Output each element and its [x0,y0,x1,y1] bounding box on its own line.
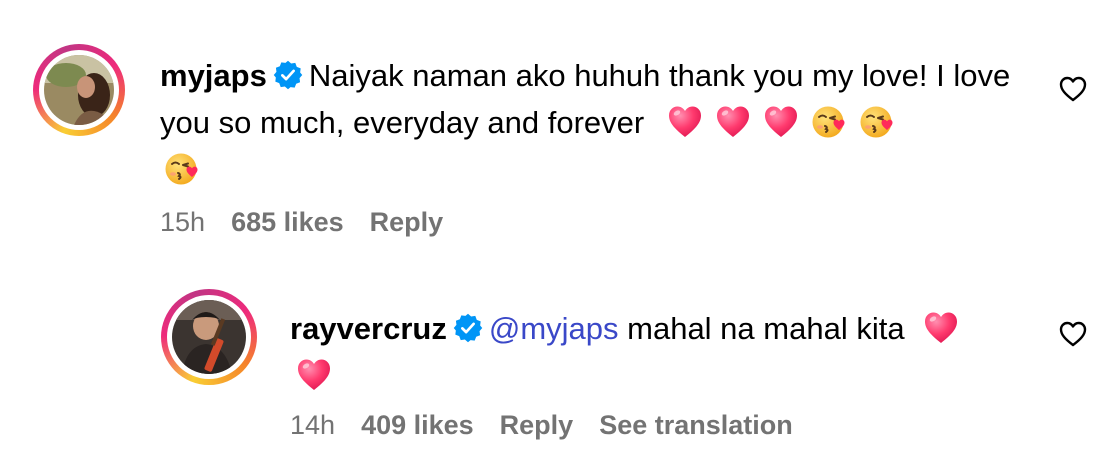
reply-button[interactable]: Reply [370,207,444,237]
kissing-face-emoji [859,104,895,140]
heart-emoji [715,104,751,140]
heart-emoji [923,310,959,346]
avatar-photo-icon [172,300,246,374]
heart-emoji [296,357,332,393]
comment-meta: 15h 685 likes Reply [160,207,469,238]
reply-button[interactable]: Reply [500,410,574,440]
likes-count[interactable]: 409 likes [361,410,474,440]
comment-myjaps: myjaps Naiyak naman ako huhuh thank you m… [0,0,1120,260]
timestamp: 15h [160,207,206,237]
mention-link[interactable]: @myjaps [489,311,619,346]
heart-outline-icon[interactable] [1058,319,1088,349]
verified-badge-icon [273,60,303,90]
see-translation-button[interactable]: See translation [599,410,793,440]
kissing-face-emoji [811,104,847,140]
username[interactable]: rayvercruz [290,311,447,346]
heart-emoji [763,104,799,140]
avatar[interactable] [33,44,125,136]
kissing-face-emoji [164,151,200,187]
avatar[interactable] [161,289,257,385]
comment-text: mahal na mahal kita [627,311,905,346]
comment-body: rayvercruz @myjaps mahal na mahal kita [290,305,1030,399]
comment-body: myjaps Naiyak naman ako huhuh thank you m… [160,52,1030,193]
comment-rayvercruz: rayvercruz @myjaps mahal na mahal kita 14… [0,260,1120,465]
heart-outline-icon[interactable] [1058,74,1088,104]
likes-count[interactable]: 685 likes [231,207,344,237]
comment-meta: 14h 409 likes Reply See translation [290,410,819,441]
username[interactable]: myjaps [160,58,267,93]
heart-emoji [667,104,703,140]
avatar-photo-icon [44,55,114,125]
verified-badge-icon [453,313,483,343]
timestamp: 14h [290,410,336,440]
